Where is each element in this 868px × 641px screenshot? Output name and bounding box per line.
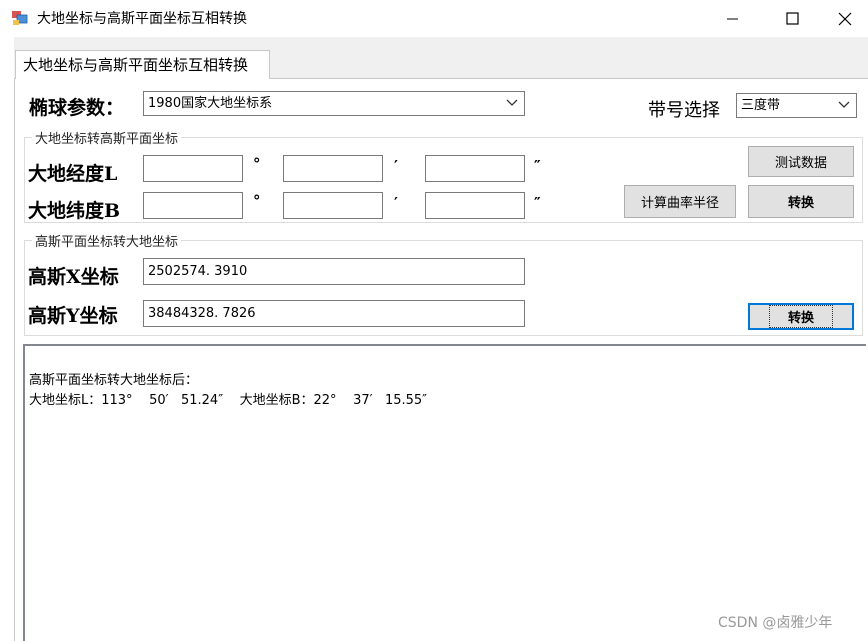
latitude-degree-input[interactable]	[143, 192, 243, 219]
ellipsoid-label: 椭球参数：	[29, 97, 125, 119]
gauss-x-input[interactable]: 2502574. 3910	[143, 258, 525, 285]
test-data-button[interactable]: 测试数据	[748, 146, 854, 177]
latitude-label: 大地纬度B	[28, 200, 121, 222]
longitude-minute-input[interactable]	[283, 155, 383, 182]
zone-select[interactable]: 三度带	[736, 93, 857, 118]
degree-symbol: °	[253, 192, 261, 210]
gauss-y-label: 高斯Y坐标	[28, 305, 118, 327]
maximize-icon	[786, 11, 799, 25]
background-window-strip	[0, 37, 14, 641]
minimize-button[interactable]	[710, 0, 756, 37]
geo-to-gauss-convert-button[interactable]: 转换	[748, 185, 854, 218]
longitude-label: 大地经度L	[28, 163, 118, 185]
degree-symbol: °	[253, 155, 261, 173]
gauss-to-geo-convert-label: 转换	[768, 305, 833, 328]
zone-label: 带号选择	[648, 100, 720, 121]
second-symbol: ″	[534, 194, 541, 212]
window-title: 大地坐标与高斯平面坐标互相转换	[37, 11, 247, 27]
minute-symbol: ′	[394, 194, 398, 212]
ellipsoid-select[interactable]: 1980国家大地坐标系	[143, 91, 525, 116]
output-textbox[interactable]: 高斯平面坐标转大地坐标后： 大地坐标L：113° 50′ 51.24″ 大地坐标…	[23, 344, 866, 641]
longitude-degree-input[interactable]	[143, 155, 243, 182]
output-line: 高斯平面坐标转大地坐标后：	[29, 373, 199, 388]
gauss-y-input[interactable]: 38484328. 7826	[143, 300, 525, 327]
ellipsoid-selected-value: 1980国家大地坐标系	[148, 96, 273, 111]
output-line: 大地坐标L：113° 50′ 51.24″ 大地坐标B：22° 37′ 15.5…	[29, 393, 428, 408]
zone-selected-value: 三度带	[741, 98, 781, 113]
close-icon	[838, 12, 852, 25]
gauss-to-geo-convert-button[interactable]: 转换	[748, 303, 854, 330]
minute-symbol: ′	[394, 157, 398, 175]
curvature-radius-button[interactable]: 计算曲率半径	[624, 185, 736, 218]
chevron-down-icon	[838, 101, 850, 108]
app-window-icon	[11, 9, 29, 27]
longitude-second-input[interactable]	[425, 155, 525, 182]
gauss-x-label: 高斯X坐标	[28, 266, 119, 288]
watermark: CSDN @卤雅少年	[718, 615, 833, 631]
gauss-to-geo-group-title: 高斯平面坐标转大地坐标	[32, 231, 182, 250]
maximize-button[interactable]	[770, 0, 816, 37]
second-symbol: ″	[534, 157, 541, 175]
latitude-minute-input[interactable]	[283, 192, 383, 219]
tab-geo-gauss[interactable]: 大地坐标与高斯平面坐标互相转换	[15, 50, 270, 79]
geo-to-gauss-group-title: 大地坐标转高斯平面坐标	[32, 128, 182, 147]
chevron-down-icon	[506, 99, 518, 106]
latitude-second-input[interactable]	[425, 192, 525, 219]
close-button[interactable]	[822, 0, 868, 37]
minimize-icon	[727, 18, 738, 19]
